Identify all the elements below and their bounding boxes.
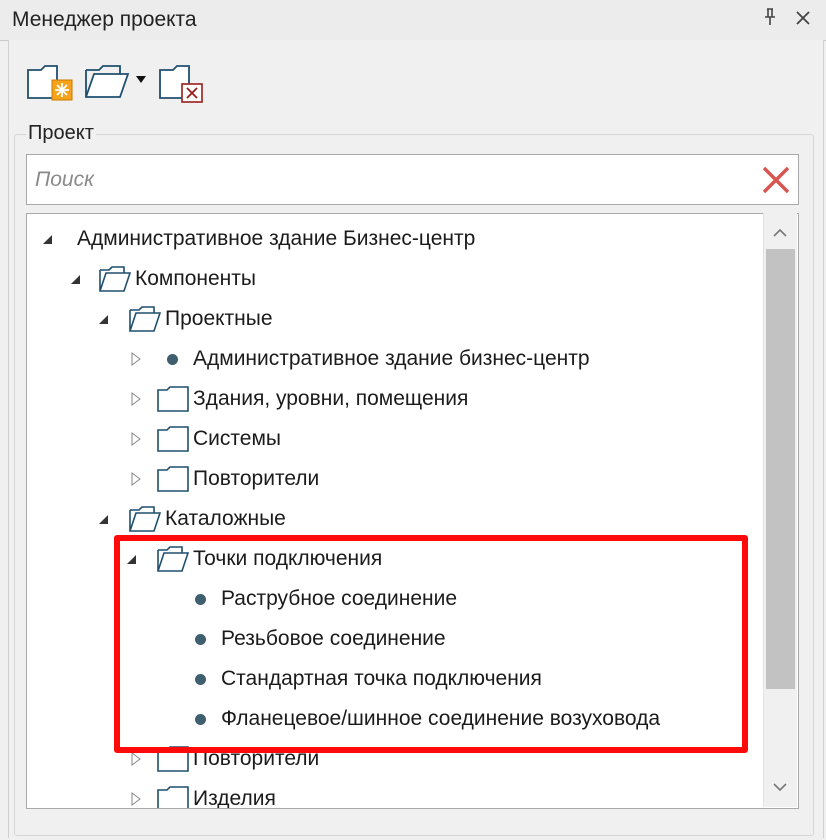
project-group-label: Проект [26,122,96,145]
tree-node-label: Проектные [165,307,273,330]
tree-node[interactable]: Повторители [27,459,767,499]
tree-node-root[interactable]: Административное здание Бизнес-центр [27,219,767,259]
node-dot-icon [195,713,206,725]
collapsed-arrow-icon[interactable] [129,792,143,806]
expanded-arrow-icon[interactable] [41,233,55,247]
folder-icon [157,426,189,452]
tree-node[interactable]: Резьбовое соединение [27,619,767,659]
tree-node-label: Здания, уровни, помещения [193,387,469,410]
pin-icon[interactable] [758,7,782,33]
tree-node-label: Системы [193,427,281,450]
folder-icon [157,466,189,492]
tree-node-catalog[interactable]: Каталожные [27,499,767,539]
chevron-down-icon [136,76,146,83]
folder-icon [157,786,189,808]
collapsed-arrow-icon[interactable] [129,352,143,366]
folder-open-icon [129,306,161,332]
collapsed-arrow-icon[interactable] [129,472,143,486]
tree-node-label: Стандартная точка подключения [221,667,542,690]
tree-node[interactable]: Системы [27,419,767,459]
folder-icon [157,746,189,772]
project-tree: Административное здание Бизнес-центр Ком… [26,213,799,809]
collapsed-arrow-icon[interactable] [129,432,143,446]
tree-node-label: Раструбное соединение [221,587,458,610]
tree-node-components[interactable]: Компоненты [27,259,767,299]
tree-node-label: Резьбовое соединение [221,627,446,650]
tree-node[interactable]: Повторители [27,739,767,779]
expanded-arrow-icon[interactable] [97,313,111,327]
tree-node[interactable]: Стандартная точка подключения [27,659,767,699]
open-project-button[interactable] [84,60,152,106]
tree-node[interactable]: Фланецевое/шинное соединение возуховода [27,699,767,739]
expanded-arrow-icon[interactable] [69,273,83,287]
folder-open-icon [85,65,146,98]
tree-node-label: Фланецевое/шинное соединение возуховода [221,707,661,730]
search-box [26,154,799,205]
folder-open-icon [157,546,189,572]
collapsed-arrow-icon[interactable] [129,392,143,406]
tree-node[interactable]: Раструбное соединение [27,579,767,619]
scrollbar-thumb[interactable] [766,249,795,689]
folder-open-icon [129,506,161,532]
tree-node-label: Повторители [193,467,320,490]
tree-node-design[interactable]: Проектные [27,299,767,339]
tree-node[interactable]: Изделия [27,779,767,809]
folder-open-icon [99,266,131,292]
node-dot-icon [195,673,206,685]
folder-close-icon [159,65,203,103]
tree-node-label: Административное здание Бизнес-центр [77,227,476,250]
tree-node[interactable]: Здания, уровни, помещения [27,379,767,419]
tree-node-label: Повторители [193,747,320,770]
tree-node-label: Административное здание бизнес-центр [193,347,590,370]
tree-node-label: Изделия [193,787,276,809]
node-dot-icon [195,593,206,605]
folder-icon [157,386,189,412]
close-project-button[interactable] [158,60,208,106]
expanded-arrow-icon[interactable] [97,513,111,527]
expanded-arrow-icon[interactable] [125,553,139,567]
node-dot-icon [195,633,206,645]
scroll-up-icon[interactable] [770,223,790,243]
scroll-down-icon[interactable] [770,777,790,797]
node-dot-icon [167,353,178,365]
tree-node-connection-points[interactable]: Точки подключения [27,539,767,579]
tree-node-label: Каталожные [165,507,286,530]
panel-title: Менеджер проекта [12,8,197,31]
folder-new-icon [27,65,73,101]
tree-node[interactable]: Административное здание бизнес-центр [27,339,767,379]
close-icon[interactable] [790,6,816,32]
collapsed-arrow-icon[interactable] [129,752,143,766]
tree-node-label: Компоненты [135,267,256,290]
tree-node-label: Точки подключения [193,547,383,570]
panel-title-bar: Менеджер проекта [0,0,826,41]
clear-icon[interactable] [761,165,791,195]
new-project-button[interactable] [26,60,76,106]
tree-scrollbar[interactable] [763,213,797,807]
search-input[interactable] [33,165,737,195]
